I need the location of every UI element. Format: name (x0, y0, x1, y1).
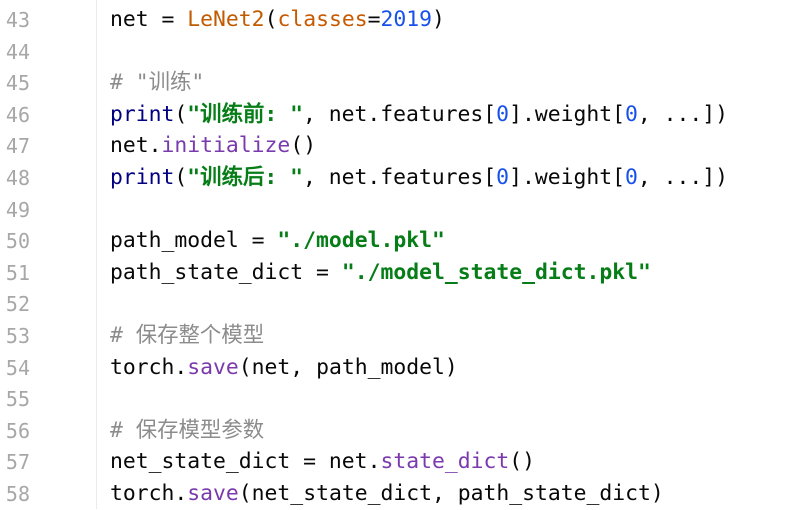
code-token-default: , ...]) (637, 165, 729, 190)
code-token-default: , net.features[ (302, 165, 497, 190)
line-code: torch.save(net_state_dict, path_state_di… (110, 481, 664, 507)
line-number: 46 (5, 102, 30, 127)
code-token-method: initialize (161, 133, 291, 159)
code-token-default: (net_state_dict, path_state_dict) (238, 481, 664, 506)
line-number: 53 (5, 324, 30, 348)
code-line[interactable]: 45 # "训练" (0, 67, 794, 99)
code-token-default: net_state_dict = net. (110, 449, 381, 475)
code-line[interactable]: 55 (0, 383, 794, 415)
code-line[interactable]: 48 print("训练后: ", net.features[0].weight[… (0, 162, 794, 194)
code-token-default: , ...]) (637, 101, 729, 127)
line-number: 45 (5, 71, 30, 96)
code-token-num: 0 (496, 165, 510, 190)
code-token-num: 0 (624, 165, 638, 190)
code-token-default: ( (264, 7, 278, 32)
code-token-method: state_dict (380, 449, 510, 475)
code-token-default: net = (110, 7, 188, 32)
code-token-str: "训练后: " (187, 165, 303, 190)
line-number: 51 (5, 260, 30, 285)
code-token-default: ) (432, 7, 445, 32)
code-token-comment: # 保存模型参数 (110, 417, 265, 443)
code-token-default: ( (174, 165, 188, 190)
code-line[interactable]: 57 net_state_dict = net.state_dict() (0, 446, 794, 478)
code-token-builtin: print (110, 165, 175, 190)
code-line[interactable]: 49 (0, 194, 794, 226)
line-code: path_state_dict = "./model_state_dict.pk… (110, 260, 651, 286)
code-token-default: path_model = (110, 228, 278, 254)
line-number: 52 (5, 292, 30, 317)
code-token-method: save (187, 481, 239, 506)
line-code: torch.save(net, path_model) (110, 355, 458, 381)
code-token-default: torch. (110, 354, 188, 380)
code-line[interactable]: 56 # 保存模型参数 (0, 415, 794, 447)
line-code: # 保存整个模型 (110, 323, 264, 349)
code-token-comment: # 保存整个模型 (110, 323, 265, 348)
code-token-default: ].weight[ (509, 101, 625, 127)
line-code: # 保存模型参数 (110, 418, 264, 444)
line-number: 56 (5, 418, 30, 443)
code-token-default: (net, path_model) (238, 354, 458, 380)
code-token-num: 0 (496, 101, 510, 127)
code-line[interactable]: 50 path_model = "./model.pkl" (0, 225, 794, 257)
code-line[interactable]: 46 print("训练前: ", net.features[0].weight[… (0, 99, 794, 131)
line-number: 57 (5, 450, 30, 475)
code-token-default: = (367, 7, 381, 32)
code-token-method: save (187, 354, 239, 380)
code-token-default: ].weight[ (509, 165, 625, 190)
line-number: 55 (5, 387, 30, 412)
line-number: 44 (5, 39, 30, 64)
code-line[interactable]: 47 net.initialize() (0, 130, 794, 162)
line-number: 48 (5, 166, 30, 190)
line-number: 54 (5, 355, 30, 380)
code-token-kw: classes (277, 7, 368, 32)
code-token-default: () (290, 133, 317, 159)
line-code: net.initialize() (110, 133, 316, 159)
line-code: print("训练前: ", net.features[0].weight[0,… (110, 102, 728, 128)
code-token-comment: # "训练" (110, 70, 205, 96)
code-token-str: "训练前: " (187, 101, 303, 127)
line-number: 49 (5, 197, 30, 222)
code-token-num: 2019 (380, 7, 433, 32)
code-token-default: ( (174, 101, 188, 127)
line-number: 58 (5, 482, 30, 506)
code-line[interactable]: 53 # 保存整个模型 (0, 320, 794, 352)
code-token-default: torch. (110, 481, 188, 506)
code-token-default: , net.features[ (302, 101, 497, 127)
line-number: 50 (5, 229, 30, 254)
line-code: # "训练" (110, 70, 204, 96)
code-token-default: () (509, 449, 536, 475)
code-token-str: "./model.pkl" (277, 228, 445, 254)
line-number: 43 (5, 8, 30, 32)
line-number: 47 (5, 134, 30, 159)
code-token-str: "./model_state_dict.pkl" (341, 259, 651, 285)
line-code: net_state_dict = net.state_dict() (110, 449, 535, 475)
line-code: print("训练后: ", net.features[0].weight[0,… (110, 165, 728, 191)
code-line[interactable]: 43 net = LeNet2(classes=2019) (0, 4, 794, 36)
code-token-num: 0 (624, 101, 638, 127)
code-line[interactable]: 58 torch.save(net_state_dict, path_state_… (0, 478, 794, 510)
code-line[interactable]: 52 (0, 288, 794, 320)
code-token-default: path_state_dict = (110, 259, 342, 285)
code-token-builtin: print (110, 101, 175, 127)
code-token-class: LeNet2 (187, 7, 265, 32)
code-line[interactable]: 51 path_state_dict = "./model_state_dict.… (0, 257, 794, 289)
code-line[interactable]: 44 (0, 36, 794, 68)
code-line[interactable]: 54 torch.save(net, path_model) (0, 352, 794, 384)
code-token-default: net. (110, 133, 162, 159)
line-code: path_model = "./model.pkl" (110, 228, 445, 254)
line-code: net = LeNet2(classes=2019) (110, 7, 445, 33)
code-editor[interactable]: 43 net = LeNet2(classes=2019) 44 45 # "训练" 46… (0, 0, 794, 509)
